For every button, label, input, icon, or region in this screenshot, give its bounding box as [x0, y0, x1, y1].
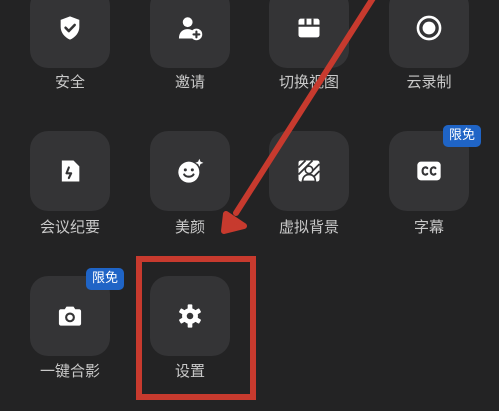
one-tap-photo-free-badge: 限免	[86, 268, 125, 290]
add-user-icon	[178, 17, 203, 41]
security-label: 安全	[54, 73, 85, 91]
cc-icon	[417, 161, 441, 181]
record-circle-icon	[416, 15, 442, 41]
smiley-sparkle-icon	[178, 158, 204, 183]
cloud-record-label: 云录制	[406, 73, 452, 91]
virtual-background-button[interactable]	[269, 131, 349, 211]
switch-view-button[interactable]	[269, 0, 349, 68]
camera-icon	[58, 306, 82, 326]
beauty-label: 美颜	[174, 218, 205, 236]
minutes-label: 会议纪要	[39, 218, 100, 236]
meeting-more-menu: 安全 邀请 切换视图 云录制 会议纪要 美颜 虚拟背景 限免 字幕 限免 一键合…	[0, 0, 499, 411]
portrait-background-icon	[297, 159, 321, 183]
settings-button[interactable]	[150, 276, 230, 356]
shield-check-icon	[60, 16, 80, 40]
invite-button[interactable]	[150, 0, 230, 68]
virtual-background-label: 虚拟背景	[278, 218, 339, 236]
minutes-button[interactable]	[30, 131, 110, 211]
switch-view-label: 切换视图	[278, 73, 339, 91]
beauty-button[interactable]	[150, 131, 230, 211]
grid-view-icon	[298, 18, 320, 38]
settings-label: 设置	[174, 362, 205, 380]
gear-icon	[179, 304, 201, 328]
document-icon	[61, 160, 80, 182]
cloud-record-button[interactable]	[389, 0, 469, 68]
invite-label: 邀请	[174, 73, 205, 91]
security-button[interactable]	[30, 0, 110, 68]
one-tap-photo-label: 一键合影	[39, 362, 100, 380]
subtitles-label: 字幕	[413, 218, 444, 236]
subtitles-free-badge: 限免	[443, 125, 482, 147]
